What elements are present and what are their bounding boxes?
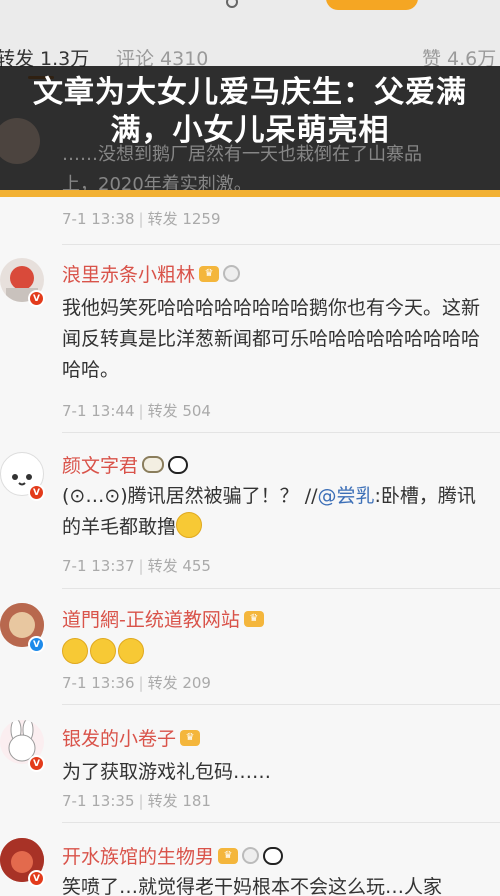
post-time: 7-1 13:36 — [62, 674, 135, 692]
username-text: 银发的小卷子 — [62, 728, 177, 750]
follow-button[interactable] — [326, 0, 418, 10]
grin-emoji-icon — [118, 638, 144, 664]
post-meta: 7-1 13:36 | 转发 209 — [62, 674, 211, 692]
username[interactable]: 银发的小卷子 ♛ — [62, 724, 201, 751]
divider — [62, 244, 500, 245]
repost-count[interactable]: 转发 181 — [148, 792, 211, 810]
post-text-part: (⊙…⊙)腾讯居然被骗了！？ // — [62, 485, 318, 507]
post-meta: 7-1 13:38 | 转发 1259 — [62, 210, 221, 228]
post-text: 笑喷了…就觉得老干妈根本不会这么玩…人家 — [62, 876, 443, 896]
laughing-emoji-icon — [176, 512, 203, 538]
post-text: 我他妈笑死哈哈哈哈哈哈哈哈鹅你也有今天。这新闻反转真是比洋葱新闻都可乐哈哈哈哈哈… — [62, 297, 481, 381]
verified-badge-icon: V — [28, 290, 45, 307]
post-time: 7-1 13:35 — [62, 792, 135, 810]
repost-count[interactable]: 转发 455 — [148, 557, 211, 575]
crown-icon: ♛ — [199, 265, 220, 282]
obscured-post-text-2: 上，2020年着实刺激。 — [62, 174, 252, 190]
post-text: (⊙…⊙)腾讯居然被骗了！？ //@尝乳:卧槽，腾讯的羊毛都敢撸 — [62, 481, 490, 543]
crown-icon: ♛ — [243, 610, 264, 627]
username[interactable]: 浪里赤条小粗林 ♛ — [62, 260, 241, 287]
verified-badge-icon: V — [28, 870, 45, 887]
verified-badge-icon: V — [28, 755, 45, 772]
divider — [62, 588, 500, 589]
username-text: 道門網-正统道教网站 — [62, 609, 240, 631]
sheep-icon — [142, 456, 165, 473]
grin-emoji-icon — [62, 638, 88, 664]
post-text: 为了获取游戏礼包码…… — [62, 761, 272, 783]
crown-icon: ♛ — [218, 847, 239, 864]
username[interactable]: 道門網-正统道教网站 ♛ — [62, 605, 264, 632]
post-text — [62, 638, 490, 669]
post-time: 7-1 13:37 — [62, 557, 135, 575]
medal-icon — [223, 265, 241, 282]
panda-icon — [168, 455, 189, 474]
post-time: 7-1 13:44 — [62, 402, 135, 420]
divider — [62, 704, 500, 705]
divider — [62, 822, 500, 823]
crown-icon: ♛ — [180, 729, 201, 746]
logo-fragment — [178, 0, 218, 8]
username-text: 颜文字君 — [62, 455, 139, 477]
post-meta: 7-1 13:35 | 转发 181 — [62, 792, 211, 810]
mention-link[interactable]: @尝乳 — [318, 485, 375, 507]
username-text: 浪里赤条小粗林 — [62, 264, 196, 286]
grin-emoji-icon — [90, 638, 116, 664]
repost-count[interactable]: 转发 1259 — [148, 210, 221, 228]
post-meta: 7-1 13:44 | 转发 504 — [62, 402, 211, 420]
panda-icon — [263, 846, 284, 865]
headline-title: 文章为大女儿爱马庆生：父爱满满，小女儿呆萌亮相 — [33, 75, 467, 148]
header-area: 转发 1.3万 评论 4310 赞 4.6万 ……没想到鹅厂居然有一天也栽倒在了… — [0, 0, 500, 190]
username[interactable]: 开水族馆的生物男 ♛ — [62, 842, 284, 869]
divider — [62, 432, 500, 433]
username-text: 开水族馆的生物男 — [62, 846, 215, 868]
medal-icon — [242, 847, 260, 864]
repost-count[interactable]: 转发 504 — [148, 402, 211, 420]
repost-count[interactable]: 转发 209 — [148, 674, 211, 692]
post-time: 7-1 13:38 — [62, 210, 135, 228]
verified-badge-icon: V — [28, 636, 45, 653]
username[interactable]: 颜文字君 — [62, 451, 189, 478]
logo-icon — [226, 0, 238, 8]
verified-badge-icon: V — [28, 484, 45, 501]
banner-divider — [0, 190, 500, 197]
post-meta: 7-1 13:37 | 转发 455 — [62, 557, 211, 575]
